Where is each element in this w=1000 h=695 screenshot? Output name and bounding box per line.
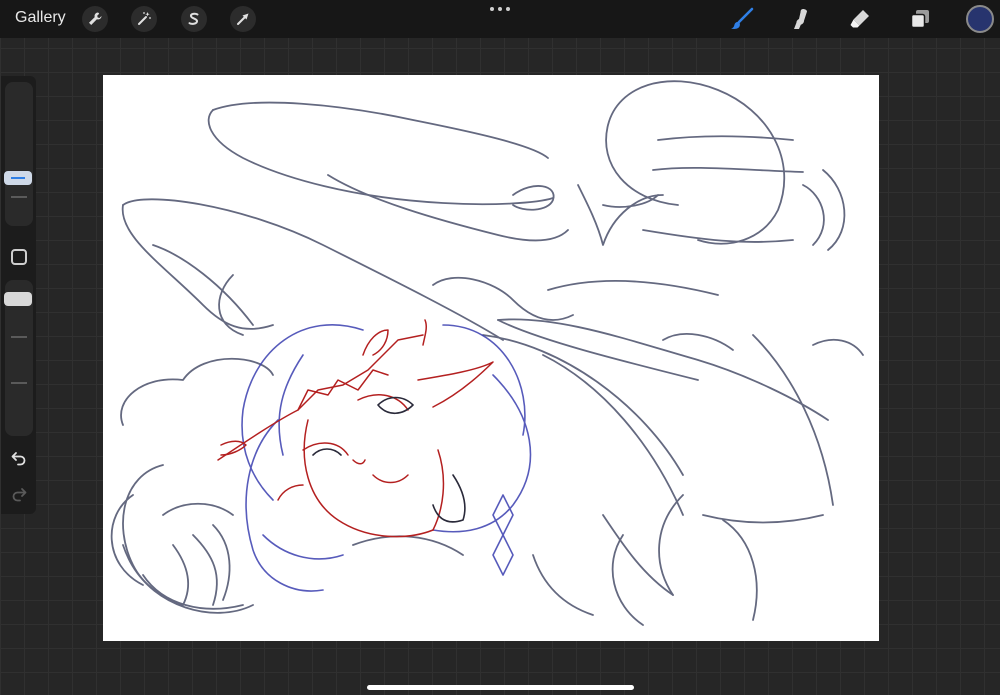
magic-wand-icon <box>138 12 151 25</box>
more-options-button[interactable] <box>490 4 510 14</box>
smudge-icon <box>794 9 807 29</box>
transform-arrow-icon <box>237 13 249 25</box>
home-indicator <box>367 685 634 690</box>
top-toolbar: Gallery <box>0 0 1000 38</box>
undo-icon <box>11 452 26 466</box>
layers-button[interactable] <box>906 5 934 33</box>
eraser-icon <box>850 10 869 28</box>
color-picker-button[interactable] <box>966 5 994 33</box>
sketch-artwork <box>110 80 864 626</box>
redo-button[interactable] <box>9 484 29 504</box>
dot <box>498 7 502 11</box>
brush-size-slider[interactable] <box>5 82 33 226</box>
eraser-tool-button[interactable] <box>846 5 874 33</box>
brush-icon <box>731 7 754 29</box>
brush-sidebar <box>1 76 36 514</box>
opacity-tick <box>11 336 27 338</box>
undo-button[interactable] <box>9 448 29 468</box>
gallery-button[interactable]: Gallery <box>15 9 66 27</box>
wrench-icon <box>89 12 102 25</box>
modify-button[interactable] <box>11 249 27 265</box>
selection-button[interactable] <box>181 6 207 32</box>
dot <box>506 7 510 11</box>
drawing-canvas[interactable] <box>103 75 879 641</box>
size-tick <box>11 196 27 198</box>
layers-icon <box>910 10 929 29</box>
brush-size-handle[interactable] <box>4 171 32 185</box>
selection-icon <box>188 12 199 25</box>
size-handle-mark <box>11 177 25 179</box>
adjustments-button[interactable] <box>131 6 157 32</box>
smudge-tool-button[interactable] <box>787 5 815 33</box>
opacity-tick <box>11 382 27 384</box>
brush-opacity-handle[interactable] <box>4 292 32 306</box>
actions-button[interactable] <box>82 6 108 32</box>
redo-icon <box>12 488 27 502</box>
dot <box>490 7 494 11</box>
transform-button[interactable] <box>230 6 256 32</box>
paint-tool-button[interactable] <box>728 5 756 33</box>
